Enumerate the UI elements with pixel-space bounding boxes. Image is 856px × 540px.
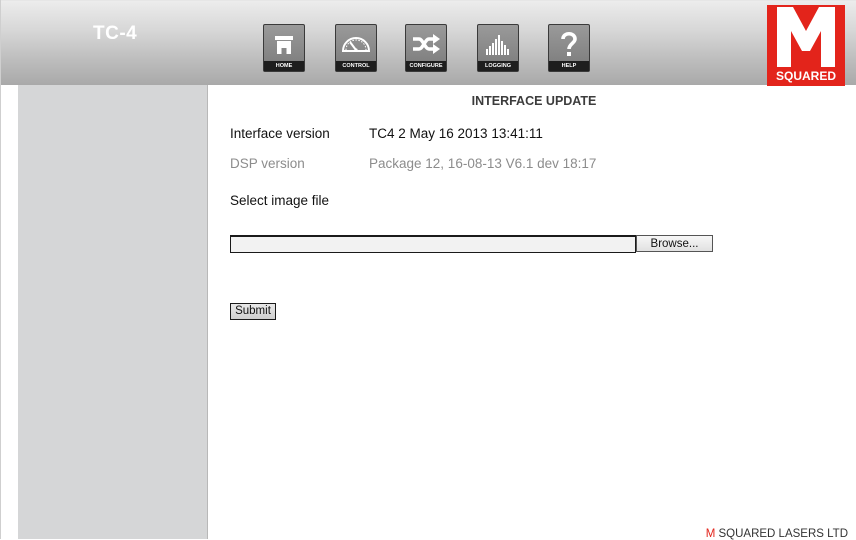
nav-logging-face: LOGGING [477, 24, 519, 72]
submit-button[interactable]: Submit [230, 303, 276, 320]
nav-home-face: HOME [263, 24, 305, 72]
browse-button[interactable]: Browse... [636, 235, 713, 252]
shuffle-icon [413, 34, 440, 54]
sidebar [18, 85, 208, 539]
dsp-version-value: Package 12, 16-08-13 V6.1 dev 18:17 [369, 156, 597, 171]
gauge-icon [341, 37, 371, 52]
logo-text: SQUARED [775, 69, 836, 83]
nav-logging-button[interactable]: LOGGING [477, 24, 519, 72]
nav-configure-button[interactable]: CONFIGURE [405, 24, 447, 72]
nav-home-button[interactable]: HOME [263, 24, 305, 72]
footer-company: M SQUARED LASERS LTD [706, 528, 848, 540]
nav-control-button[interactable]: CONTROL [335, 24, 377, 72]
main-content: INTERFACE UPDATE Interface version TC4 2… [208, 85, 856, 540]
header-bar: TC-4 HOME CONTROL CONFIGURE LOGGING HELP… [1, 1, 856, 86]
dsp-version-label: DSP version [230, 156, 305, 171]
interface-version-value: TC4 2 May 16 2013 13:41:11 [369, 126, 543, 141]
home-icon [275, 36, 293, 54]
bar-chart-icon [486, 35, 509, 55]
help-icon [561, 31, 577, 56]
app-title: TC-4 [93, 23, 138, 44]
nav-help-button[interactable]: HELP [548, 24, 590, 72]
select-image-label: Select image file [230, 193, 330, 208]
nav-configure-face: CONFIGURE [405, 24, 447, 72]
nav-control-label: CONTROL [336, 61, 376, 71]
footer-m: M [705, 528, 716, 540]
page-title-text: INTERFACE UPDATE [471, 94, 597, 108]
nav-help-face: HELP [548, 24, 590, 72]
m-squared-logo: SQUARED [767, 5, 845, 86]
nav-help-label: HELP [549, 61, 589, 71]
window: TC-4 HOME CONTROL CONFIGURE LOGGING HELP… [0, 0, 856, 540]
nav-home-label: HOME [264, 61, 304, 71]
nav-logging-label: LOGGING [478, 61, 518, 71]
nav-configure-label: CONFIGURE [406, 61, 446, 71]
nav-control-face: CONTROL [335, 24, 377, 72]
interface-version-label: Interface version [230, 126, 330, 141]
page-title: INTERFACE UPDATE [208, 94, 850, 108]
file-path-input[interactable] [230, 235, 636, 253]
footer-text: SQUARED LASERS LTD [718, 528, 848, 540]
logo-m-icon [777, 7, 835, 67]
